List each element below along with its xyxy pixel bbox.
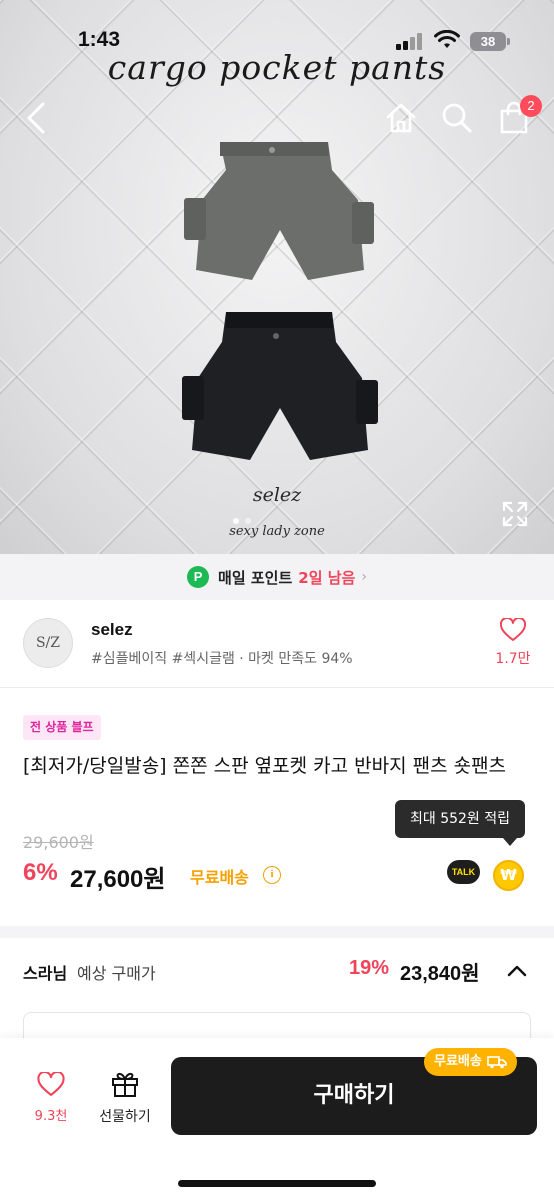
search-button[interactable]: [437, 98, 477, 138]
shop-name[interactable]: selez: [91, 620, 133, 640]
cart-count-badge: 2: [520, 95, 542, 117]
free-shipping-pill-label: 무료배송: [434, 1054, 482, 1069]
free-shipping-pill: 무료배송: [424, 1048, 517, 1076]
battery-cap: [507, 38, 510, 45]
wishlist-button[interactable]: 9.3천: [24, 1070, 78, 1124]
heart-icon: [499, 616, 527, 641]
carousel-dot-active: [233, 518, 239, 524]
point-banner-label: 매일 포인트: [218, 568, 293, 587]
home-icon: [386, 103, 416, 133]
expected-user-name: 스라님: [23, 964, 68, 983]
reward-points-button[interactable]: ₩: [493, 860, 524, 891]
wifi-icon: [434, 30, 460, 48]
shop-info-row[interactable]: S/Z selez #심플베이직 #섹시글램 · 마켓 만족도 94% 1.7만: [0, 600, 554, 688]
kakao-talk-button[interactable]: TALK: [447, 860, 480, 888]
search-icon: [442, 103, 472, 133]
chevron-up-icon[interactable]: [506, 960, 528, 982]
product-image-carousel[interactable]: 1:43 38 cargo pocket pants 2 selez sexy …: [0, 0, 554, 554]
shop-tags: #심플베이직 #섹시글램 · 마켓 만족도 94%: [91, 651, 353, 667]
shop-like-count: 1.7만: [495, 651, 531, 667]
point-banner-highlight: 2일 남음: [298, 568, 356, 587]
truck-icon: [487, 1056, 507, 1069]
sale-badge: 전 상품 블프: [23, 715, 101, 740]
expected-price-label: 예상 구매가: [77, 964, 156, 983]
expected-price-row[interactable]: 스라님 예상 구매가 19% 23,840원: [0, 938, 554, 1002]
bottom-action-bar: 9.3천 선물하기 구매하기 무료배송: [0, 1038, 554, 1200]
product-photo: [182, 142, 378, 460]
fullscreen-button[interactable]: [500, 499, 530, 529]
hero-brand-script: selez: [252, 484, 302, 506]
expected-discount: 19%: [349, 957, 390, 979]
shop-avatar[interactable]: S/Z: [23, 618, 73, 668]
chevron-right-icon: ›: [361, 569, 367, 585]
sale-price: 27,600원: [70, 866, 166, 893]
back-button[interactable]: [16, 98, 56, 138]
gift-icon: [112, 1072, 138, 1097]
section-divider: [0, 926, 554, 938]
info-icon[interactable]: i: [263, 866, 281, 884]
gift-label: 선물하기: [99, 1109, 151, 1125]
heart-icon: [37, 1070, 65, 1096]
hero-title: cargo pocket pants: [107, 48, 447, 87]
wishlist-count: 9.3천: [34, 1109, 68, 1124]
shop-like-button[interactable]: 1.7만: [490, 616, 536, 668]
daily-point-banner[interactable]: P 매일 포인트 2일 남음 ›: [0, 554, 554, 600]
points-tooltip: 최대 552원 적립: [395, 800, 525, 838]
original-price: 29,600원: [23, 833, 94, 852]
point-icon: P: [187, 566, 210, 588]
chevron-left-icon: [27, 102, 45, 134]
carousel-dot: [245, 518, 251, 524]
home-indicator: [178, 1180, 376, 1187]
discount-rate: 6%: [23, 859, 58, 886]
tooltip-arrow: [503, 838, 517, 846]
home-button[interactable]: [381, 98, 421, 138]
hero-brand-sub: sexy lady zone: [229, 524, 325, 539]
carousel-dots: [233, 518, 251, 524]
gift-button[interactable]: 선물하기: [90, 1070, 160, 1126]
free-shipping-label: 무료배송: [190, 868, 249, 887]
product-title: [최저가/당일발송] 쫀쫀 스판 옆포켓 카고 반바지 팬츠 숏팬츠: [23, 755, 507, 777]
talk-icon: TALK: [447, 860, 480, 884]
expand-icon: [502, 501, 528, 527]
expected-price: 23,840원: [400, 963, 480, 985]
